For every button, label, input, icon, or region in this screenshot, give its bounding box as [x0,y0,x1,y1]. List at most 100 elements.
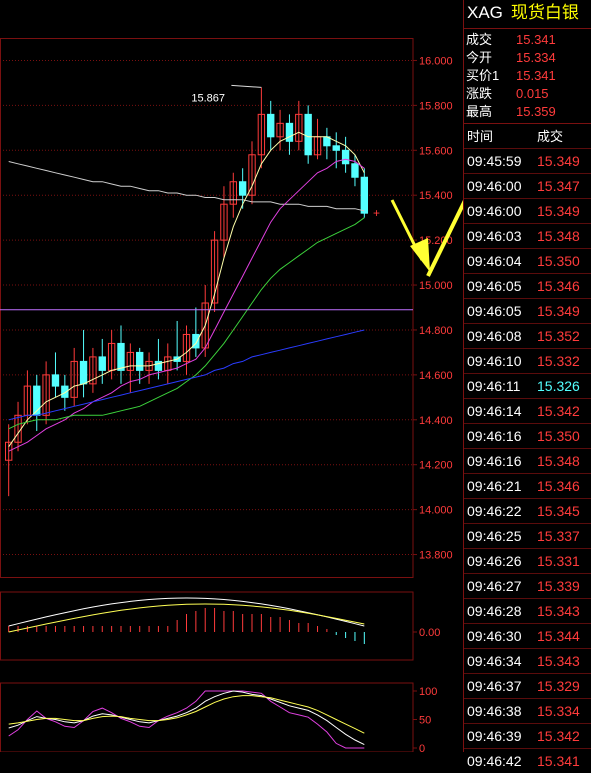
candle-body [98,356,106,371]
quote-row: 买价1 15.341 [464,67,591,85]
instrument-header: XAG 现货白银 [464,0,591,26]
trade-time: 09:46:25 [467,528,522,544]
trade-price: 15.352 [537,328,580,344]
trade-time: 09:46:00 [467,178,522,194]
quote-row: 最高 15.359 [464,103,591,121]
trade-row: 09:46:03 15.348 [464,223,591,248]
price-tick-label: 15.600 [419,145,453,157]
trade-row: 09:46:08 15.352 [464,323,591,348]
trade-price: 15.326 [537,378,580,394]
trade-time: 09:46:03 [467,228,522,244]
trades-header: 时间 成交 [464,126,591,148]
trade-time: 09:46:21 [467,478,522,494]
candle-body [332,145,340,151]
trade-price: 15.343 [537,603,580,619]
price-tick-label: 14.000 [419,505,453,517]
candle-body [136,351,144,371]
trades-header-time: 时间 [467,129,494,144]
moving-average-line [8,158,365,452]
kdj-tick-label: 100 [419,686,437,698]
candle-body [117,342,125,371]
trade-time: 09:46:16 [467,453,522,469]
price-tick-label: 14.800 [419,325,453,337]
trade-time: 09:46:27 [467,578,522,594]
candle-body [341,149,350,165]
kdj-tick-label: 50 [419,715,431,727]
quote-value: 15.334 [516,50,556,65]
trade-price: 15.343 [537,653,580,669]
quote-label: 今开 [466,50,493,65]
trade-price: 15.349 [537,153,580,169]
trade-row: 09:46:16 15.350 [464,423,591,448]
trade-price: 15.334 [537,703,580,719]
candle-body [351,163,359,178]
trade-price: 15.346 [537,478,580,494]
kdj-tick-label: 0 [419,743,425,752]
trade-row: 09:46:10 15.332 [464,348,591,373]
macd-zero-label: 0.00 [419,627,440,639]
candle-body [79,360,88,385]
quote-panel: XAG 现货白银 成交 15.341 今开 15.334 买价1 15.341 涨跌 0.015… [463,0,591,769]
trade-price: 15.344 [537,628,580,644]
trade-row: 09:46:05 15.349 [464,298,591,323]
arrow-up-shaft [426,199,463,277]
trade-row: 09:46:25 15.337 [464,523,591,548]
trade-time: 09:46:04 [467,253,522,269]
trade-row: 09:46:14 15.342 [464,398,591,423]
candle-body [285,122,294,142]
trade-row: 09:46:11 15.326 [464,373,591,398]
candle-body [51,374,60,387]
trade-price: 15.342 [537,728,580,744]
quote-row: 今开 15.334 [464,49,591,67]
trade-row: 09:46:39 15.342 [464,723,591,748]
price-tick-label: 15.800 [419,100,453,112]
trade-row: 09:46:04 15.350 [464,248,591,273]
trade-price: 15.339 [537,578,580,594]
trade-time: 09:46:00 [467,203,522,219]
candle-body [360,176,369,214]
price-tick-label: 16.000 [419,55,453,67]
trade-time: 09:46:05 [467,278,522,294]
high-marker-line [231,84,262,88]
moving-average-line [8,161,365,212]
quote-label: 成交 [466,32,493,47]
trade-time: 09:46:37 [467,678,522,694]
trades-list: 09:45:59 15.349 09:46:00 15.347 09:46:00 15.3… [464,148,591,773]
trade-row: 09:46:27 15.339 [464,573,591,598]
trade-time: 09:46:34 [467,653,522,669]
high-price-label: 15.867 [191,92,225,104]
last-price-marker: + [373,206,380,220]
trade-row: 09:46:37 15.329 [464,673,591,698]
trade-row: 09:46:00 15.347 [464,173,591,198]
candle-body [238,181,247,196]
trade-time: 09:46:28 [467,603,522,619]
instrument-name: 现货白银 [510,3,579,22]
trade-time: 09:46:38 [467,703,522,719]
price-tick-label: 14.200 [419,460,453,472]
trade-price: 15.337 [537,528,580,544]
trade-time: 09:46:26 [467,553,522,569]
price-tick-label: 14.600 [419,370,453,382]
trade-time: 09:45:59 [467,153,522,169]
trade-price: 15.350 [537,253,580,269]
trade-row: 09:46:34 15.343 [464,648,591,673]
quote-label: 涨跌 [466,86,493,101]
trade-time: 09:46:11 [467,378,521,394]
quote-value: 15.341 [516,32,556,47]
candlestick-chart[interactable]: 16.00015.80015.60015.40015.20015.00014.8… [0,0,463,752]
trades-header-price: 成交 [537,129,564,144]
trade-price: 15.348 [537,453,580,469]
quote-label: 最高 [466,104,493,119]
trade-row: 09:46:21 15.346 [464,473,591,498]
trade-price: 15.345 [537,503,580,519]
trade-price: 15.349 [537,303,580,319]
trade-price: 15.332 [537,353,580,369]
trade-price: 15.350 [537,428,580,444]
trade-price: 15.331 [537,553,580,569]
trade-time: 09:46:10 [467,353,522,369]
price-plot-frame [0,38,414,578]
quote-value: 0.015 [516,86,549,101]
trade-time: 09:46:08 [467,328,522,344]
quote-value: 15.341 [516,68,556,83]
trade-row: 09:46:30 15.344 [464,623,591,648]
